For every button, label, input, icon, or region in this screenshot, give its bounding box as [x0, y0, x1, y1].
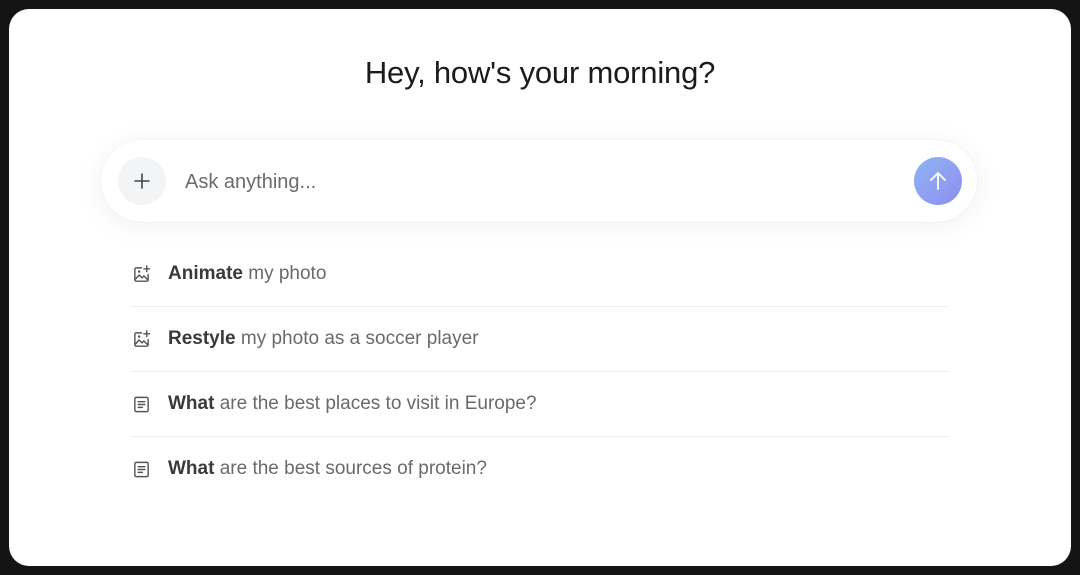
- suggestion-item[interactable]: What are the best places to visit in Eur…: [130, 372, 948, 437]
- suggestion-text: What are the best sources of protein?: [168, 458, 487, 479]
- plus-icon: [134, 173, 150, 189]
- image-sparkle-icon: [131, 329, 151, 349]
- attach-button[interactable]: [118, 157, 166, 205]
- suggestion-list: Animate my photo Restyle my photo as a s…: [130, 242, 948, 501]
- composer: [101, 140, 977, 222]
- image-sparkle-icon: [131, 264, 151, 284]
- page-title: Hey, how's your morning?: [364, 55, 716, 90]
- suggestion-text: What are the best places to visit in Eur…: [168, 393, 537, 414]
- suggestion-text: Animate my photo: [168, 263, 327, 284]
- arrow-up-icon: [930, 172, 946, 190]
- document-icon: [131, 394, 151, 414]
- suggestion-item[interactable]: Restyle my photo as a soccer player: [130, 307, 948, 372]
- suggestion-item[interactable]: Animate my photo: [130, 242, 948, 307]
- app-window: Hey, how's your morning? Anima: [9, 9, 1071, 566]
- send-button[interactable]: [914, 157, 962, 205]
- suggestion-item[interactable]: What are the best sources of protein?: [130, 437, 948, 501]
- suggestion-text: Restyle my photo as a soccer player: [168, 328, 479, 349]
- document-icon: [131, 459, 151, 479]
- prompt-input[interactable]: [183, 164, 887, 200]
